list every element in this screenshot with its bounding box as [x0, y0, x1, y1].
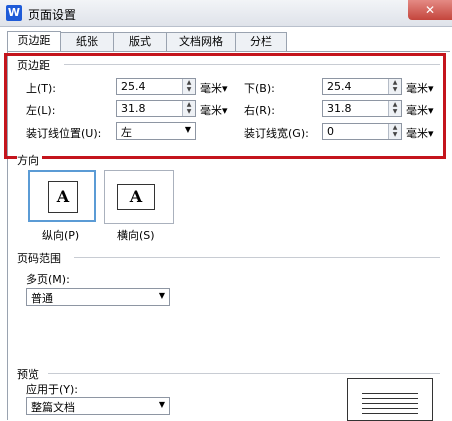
chevron-down-icon: ▼	[158, 400, 165, 409]
multi-page-select[interactable]: 普通 ▼	[26, 288, 170, 306]
tab-margins[interactable]: 页边距	[7, 31, 61, 52]
landscape-label: 横向(S)	[117, 229, 155, 242]
wps-writer-icon: W	[6, 5, 22, 21]
chevron-down-icon: ▼	[158, 291, 165, 300]
portrait-page-icon: A	[48, 181, 78, 213]
portrait-label: 纵向(P)	[42, 229, 80, 242]
preview-text-line	[362, 413, 418, 414]
tab-paper[interactable]: 纸张	[60, 32, 114, 51]
dialog-title: 页面设置	[28, 8, 77, 22]
portrait-option[interactable]: A	[28, 170, 96, 222]
multi-page-value: 普通	[31, 292, 53, 305]
page-range-group-label: 页码范围	[17, 252, 61, 265]
tab-doc-grid[interactable]: 文档网格	[166, 32, 236, 51]
multi-page-label: 多页(M):	[26, 273, 70, 286]
orientation-group-label: 方向	[17, 152, 42, 168]
landscape-page-icon: A	[117, 184, 155, 210]
preview-group-label: 预览	[17, 368, 39, 381]
landscape-option[interactable]: A	[104, 170, 174, 224]
tab-columns[interactable]: 分栏	[235, 32, 287, 51]
preview-divider	[48, 373, 440, 374]
title-bar: W 页面设置 ✕	[0, 0, 452, 27]
highlight-box	[4, 53, 446, 159]
preview-text-line	[362, 398, 418, 399]
preview-text-line	[362, 408, 418, 409]
preview-text-line	[362, 403, 418, 404]
apply-to-select[interactable]: 整篇文档 ▼	[26, 397, 170, 415]
preview-text-line	[362, 393, 418, 394]
close-button[interactable]: ✕	[408, 0, 452, 20]
tab-layout[interactable]: 版式	[113, 32, 167, 51]
apply-to-label: 应用于(Y):	[26, 383, 79, 396]
apply-to-value: 整篇文档	[31, 401, 75, 414]
page-range-divider	[74, 257, 440, 258]
page-preview	[347, 378, 433, 421]
